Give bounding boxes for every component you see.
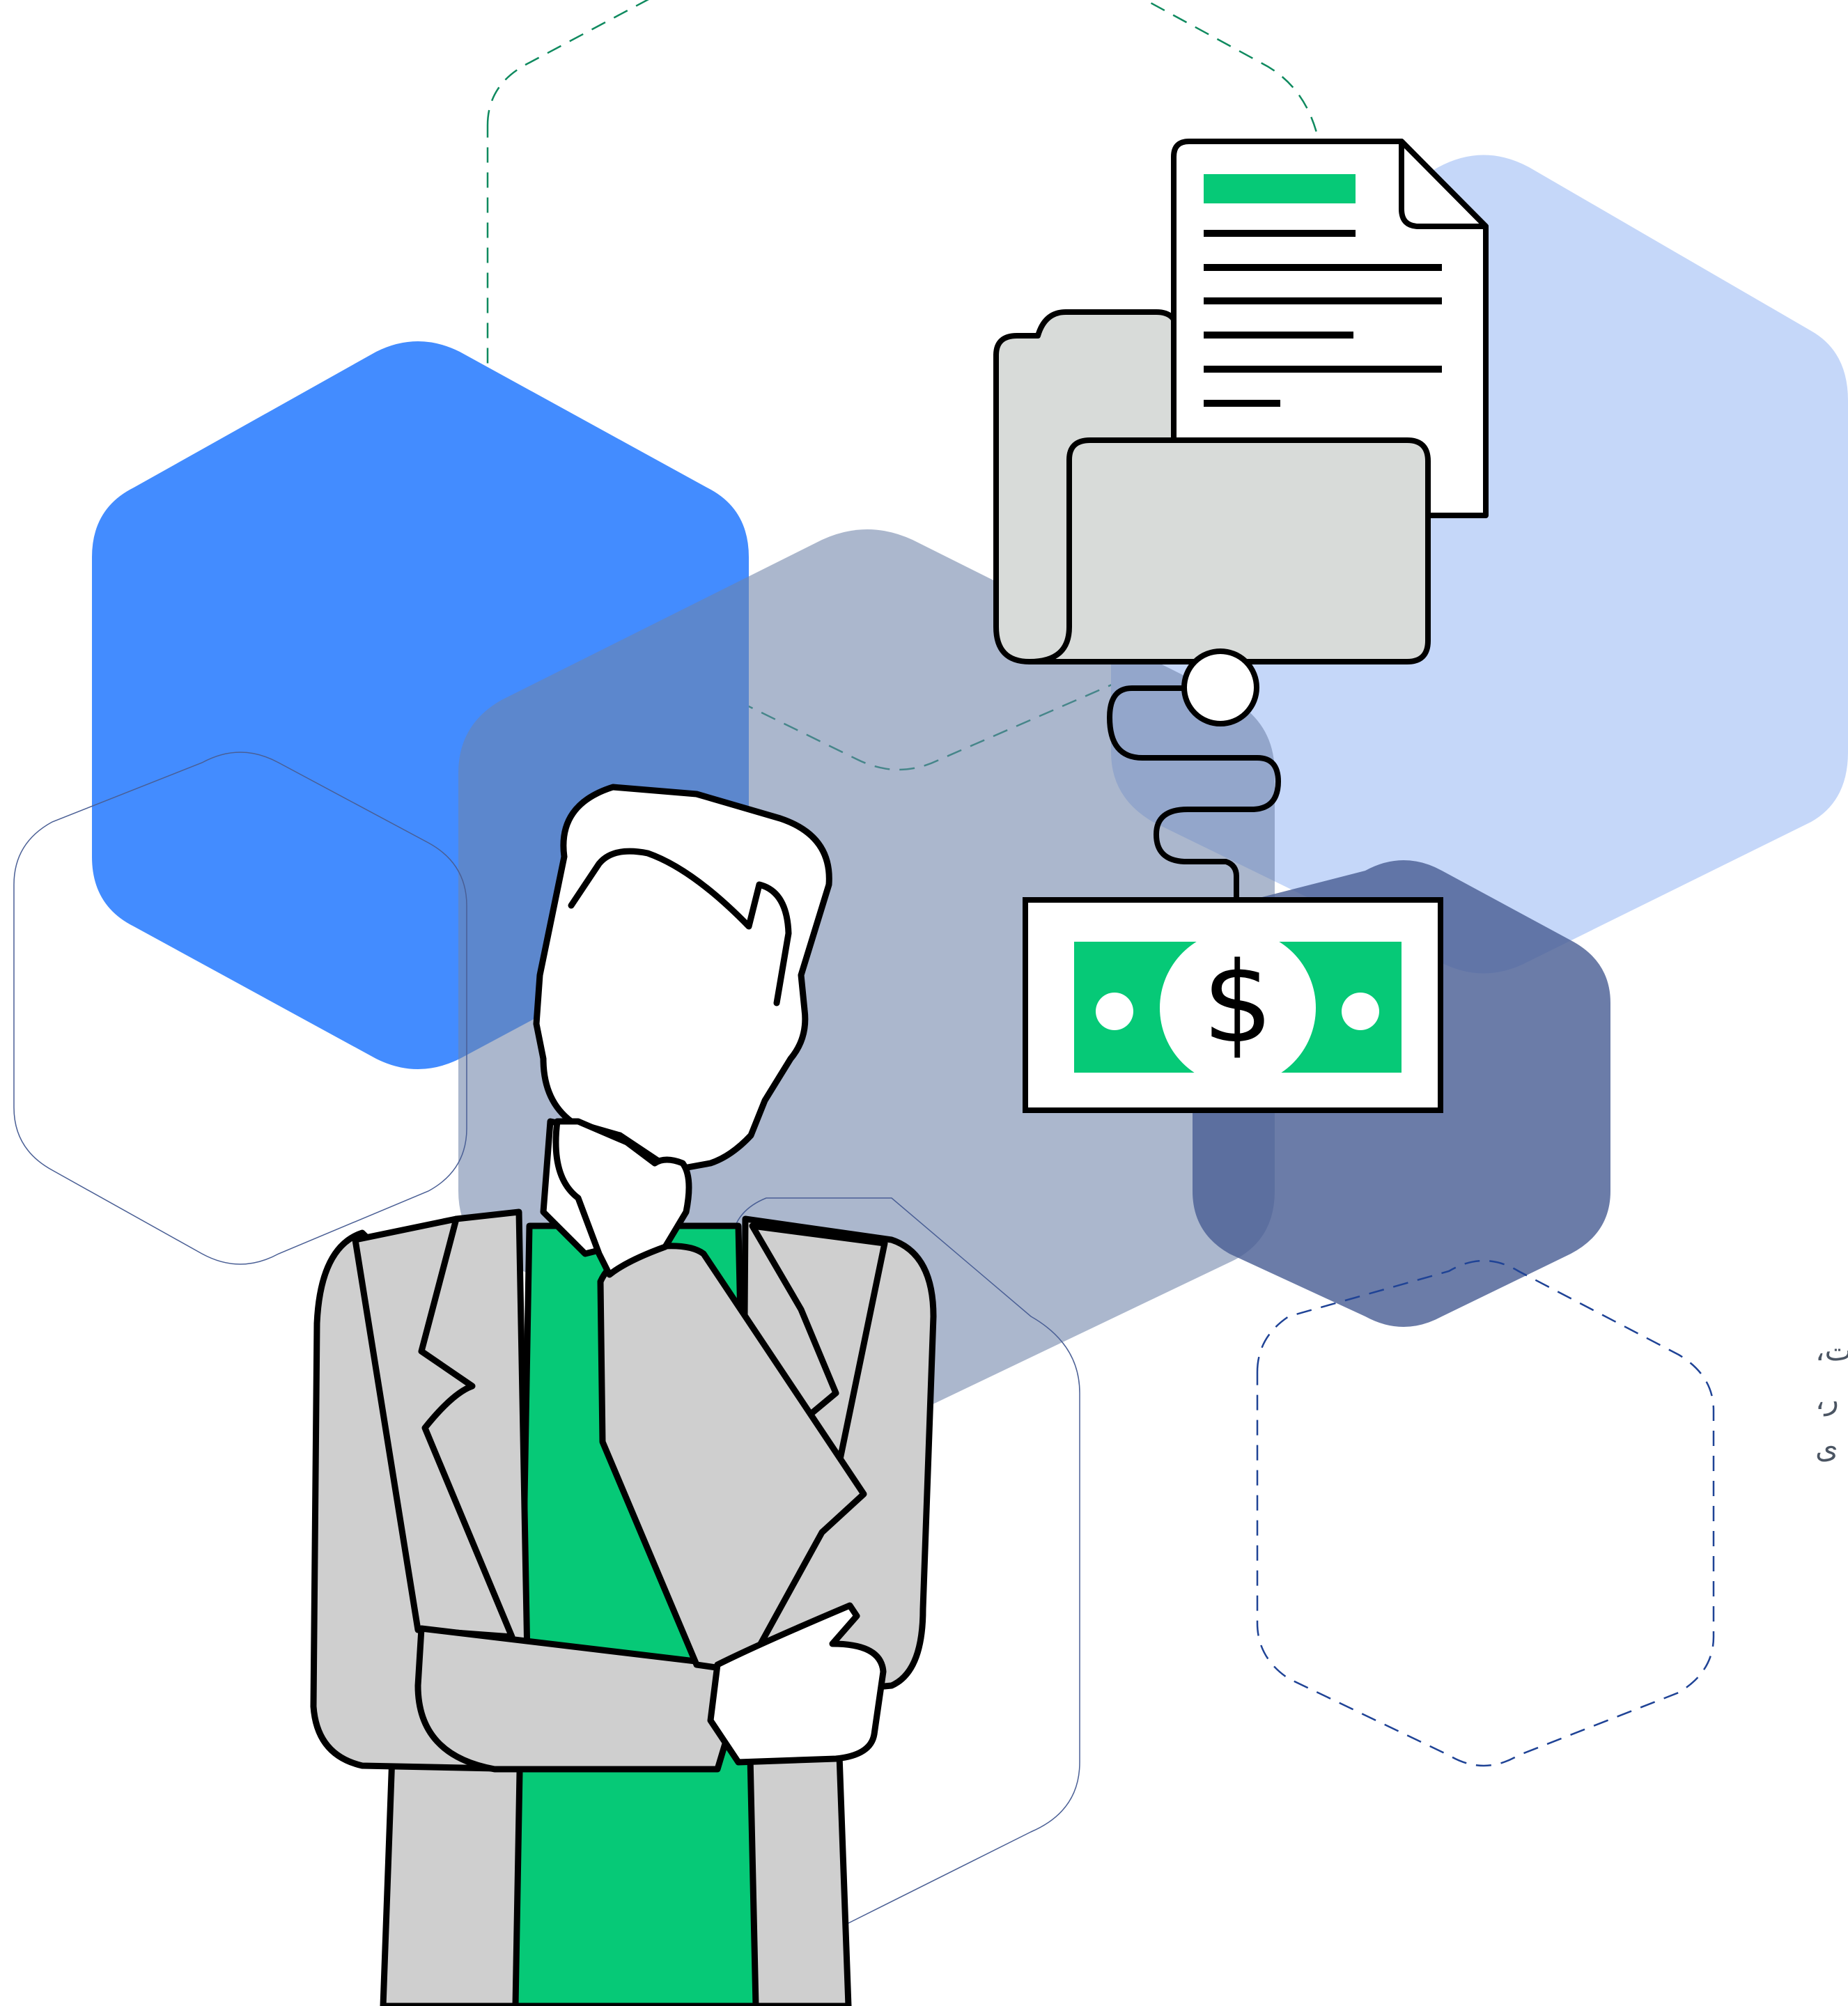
folder-front [1027, 437, 1431, 664]
dashed-hexagon-navy [1256, 1259, 1715, 1767]
side-text-line-3: ی [1815, 1431, 1838, 1465]
side-text-line-1: ت، [1815, 1333, 1848, 1367]
dollar-sign: $ [1202, 938, 1273, 1068]
side-text-line-2: ر، [1815, 1382, 1839, 1416]
illustration-canvas: $ [13, 0, 1848, 2006]
